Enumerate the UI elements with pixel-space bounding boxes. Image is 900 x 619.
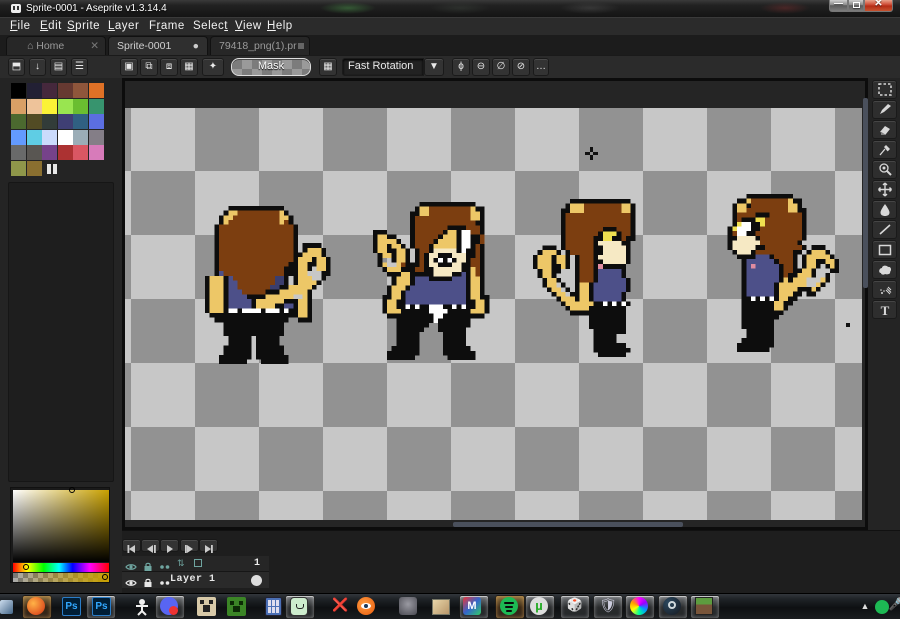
svg-text:T: T <box>881 303 890 318</box>
